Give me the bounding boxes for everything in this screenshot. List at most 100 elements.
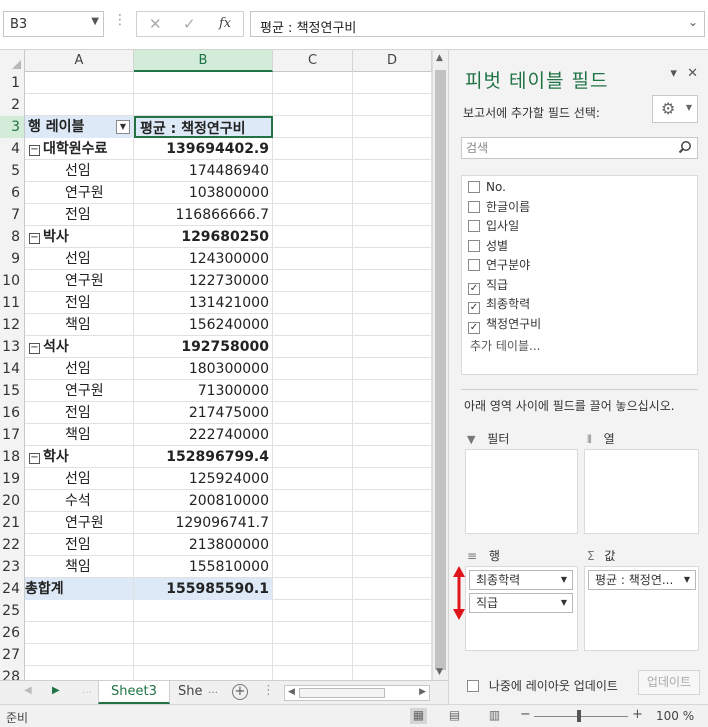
page-layout-view-icon[interactable]: ▤	[446, 708, 463, 724]
checkbox[interactable]	[468, 239, 480, 252]
expand-formula-icon[interactable]: ⌄	[688, 15, 698, 29]
cell-b[interactable]: 200810000	[134, 490, 273, 512]
cell-b[interactable]: 155985590.1	[134, 578, 273, 600]
cell-b[interactable]: 116866666.7	[134, 204, 273, 226]
row-field-chip[interactable]: 최종학력 ▼	[469, 570, 573, 590]
cell-b[interactable]: 71300000	[134, 380, 273, 402]
cell-b[interactable]: 129096741.7	[134, 512, 273, 534]
cell-a[interactable]: 연구원	[25, 380, 134, 402]
row-header[interactable]: 25	[0, 600, 25, 622]
row-header[interactable]: 21	[0, 512, 25, 534]
row-header[interactable]: 11	[0, 292, 25, 314]
columns-drop-area[interactable]	[584, 449, 699, 534]
pivot-field-item[interactable]: 연구분야	[468, 256, 530, 275]
cell-d[interactable]	[353, 270, 432, 292]
row-header[interactable]: 12	[0, 314, 25, 336]
cell-c[interactable]	[273, 556, 353, 578]
row-header[interactable]: 19	[0, 468, 25, 490]
cell-d[interactable]	[353, 490, 432, 512]
cell-c[interactable]	[273, 248, 353, 270]
cell-b[interactable]: 103800000	[134, 182, 273, 204]
cell-a[interactable]	[25, 72, 134, 94]
cell-c[interactable]	[273, 270, 353, 292]
cell-a[interactable]: 연구원	[25, 270, 134, 292]
sheet-tab-sheet3[interactable]: Sheet3	[98, 681, 170, 704]
scroll-down-icon[interactable]: ▼	[436, 667, 443, 677]
tools-button[interactable]: ⚙ ▼	[652, 95, 698, 123]
row-header[interactable]: 15	[0, 380, 25, 402]
insert-function-icon[interactable]: fx	[219, 16, 231, 31]
cell-b[interactable]: 222740000	[134, 424, 273, 446]
cell-a[interactable]: 총합계	[25, 578, 134, 600]
cell-d[interactable]	[353, 380, 432, 402]
cell-a[interactable]: − 학사	[25, 446, 134, 468]
cell-d[interactable]	[353, 666, 432, 680]
cell-d[interactable]	[353, 204, 432, 226]
row-header[interactable]: 6	[0, 182, 25, 204]
cell-a[interactable]: 선임	[25, 358, 134, 380]
zoom-slider[interactable]	[534, 716, 628, 717]
cell-c[interactable]	[273, 94, 353, 116]
cell-b[interactable]	[134, 644, 273, 666]
defer-checkbox[interactable]	[467, 680, 479, 692]
cell-b[interactable]	[134, 666, 273, 680]
cell-a[interactable]: 행 레이블 ▼	[25, 116, 134, 138]
cell-c[interactable]	[273, 116, 353, 138]
zoom-level[interactable]: 100 %	[656, 709, 694, 723]
spreadsheet-grid[interactable]: A B C D 123행 레이블 ▼ 평균 : 책정연구비 4− 대학원수료 139694…	[0, 50, 432, 680]
cancel-icon[interactable]: ✕	[149, 15, 162, 33]
cell-c[interactable]	[273, 380, 353, 402]
cell-b[interactable]: 129680250	[134, 226, 273, 248]
cell-a[interactable]: 책임	[25, 424, 134, 446]
cell-b[interactable]: 213800000	[134, 534, 273, 556]
column-header-a[interactable]: A	[25, 50, 134, 72]
hscroll-thumb[interactable]	[299, 688, 385, 698]
row-header[interactable]: 10	[0, 270, 25, 292]
cell-a[interactable]	[25, 600, 134, 622]
active-cell[interactable]: 평균 : 책정연구비	[134, 116, 273, 138]
cell-c[interactable]	[273, 72, 353, 94]
value-field-chip[interactable]: 평균 : 책정연... ▼	[588, 570, 696, 590]
cell-d[interactable]	[353, 182, 432, 204]
cell-b[interactable]: 125924000	[134, 468, 273, 490]
row-header[interactable]: 5	[0, 160, 25, 182]
cell-a[interactable]: 선임	[25, 248, 134, 270]
cell-d[interactable]	[353, 226, 432, 248]
cell-c[interactable]	[273, 666, 353, 680]
search-input[interactable]	[462, 138, 662, 158]
pivot-field-item[interactable]: 한글이름	[468, 198, 530, 217]
cell-b[interactable]: 152896799.4	[134, 446, 273, 468]
cell-c[interactable]	[273, 204, 353, 226]
cell-a[interactable]: 연구원	[25, 512, 134, 534]
rows-drop-area[interactable]: 최종학력 ▼ 직급 ▼	[465, 566, 578, 651]
cell-a[interactable]	[25, 94, 134, 116]
more-tables-link[interactable]: 추가 테이블...	[470, 337, 540, 354]
row-header[interactable]: 9	[0, 248, 25, 270]
normal-view-icon[interactable]: ▦	[410, 708, 427, 724]
row-header[interactable]: 23	[0, 556, 25, 578]
cell-d[interactable]	[353, 578, 432, 600]
checkbox[interactable]	[468, 259, 480, 271]
row-header[interactable]: 14	[0, 358, 25, 380]
cell-b[interactable]: 124300000	[134, 248, 273, 270]
cell-d[interactable]	[353, 424, 432, 446]
cell-a[interactable]: 전임	[25, 534, 134, 556]
cell-c[interactable]	[273, 182, 353, 204]
filters-drop-area[interactable]	[465, 449, 578, 534]
search-icon[interactable]	[678, 140, 692, 154]
cell-d[interactable]	[353, 600, 432, 622]
splitter-icon[interactable]: ⋮	[262, 683, 275, 698]
formula-input[interactable]: 평균 : 책정연구비 ⌄	[250, 11, 705, 37]
row-header[interactable]: 18	[0, 446, 25, 468]
cell-c[interactable]	[273, 622, 353, 644]
cell-d[interactable]	[353, 138, 432, 160]
cell-d[interactable]	[353, 94, 432, 116]
row-header[interactable]: 2	[0, 94, 25, 116]
cell-a[interactable]: 책임	[25, 314, 134, 336]
chevron-down-icon[interactable]: ▼	[91, 16, 99, 27]
cell-d[interactable]	[353, 314, 432, 336]
page-break-view-icon[interactable]: ▥	[486, 708, 503, 724]
cell-b[interactable]	[134, 622, 273, 644]
pivot-field-item[interactable]: 입사일	[468, 217, 519, 236]
cell-a[interactable]: 수석	[25, 490, 134, 512]
